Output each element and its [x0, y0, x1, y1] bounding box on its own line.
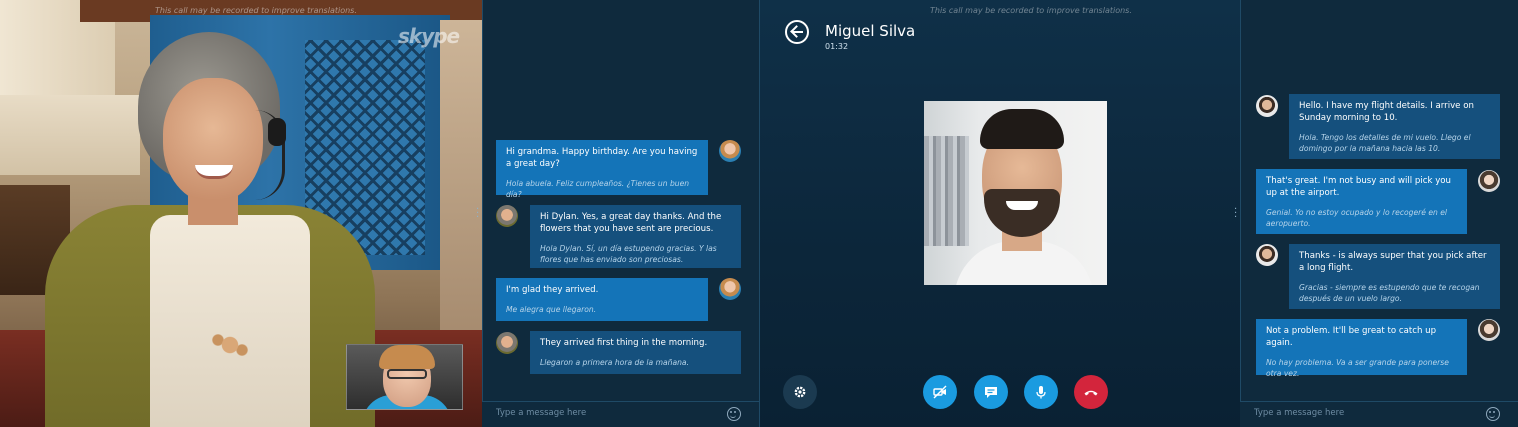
message-translation: Hola. Tengo los detalles de mi vuelo. Ll…: [1299, 133, 1471, 153]
message-composer: [482, 401, 759, 427]
video-off-icon: [933, 385, 947, 399]
panel-divider: [759, 0, 760, 427]
resize-handle-icon[interactable]: · · ·: [1234, 205, 1238, 223]
chat-toggle-button[interactable]: [974, 375, 1008, 409]
smiley-icon[interactable]: [1486, 407, 1500, 421]
message-composer: [1240, 401, 1518, 427]
screenshot-collage: This call may be recorded to improve tra…: [0, 0, 1518, 427]
message-translation: Genial. Yo no estoy ocupado y lo recoger…: [1266, 208, 1448, 228]
avatar: [719, 278, 741, 300]
miguel-hair: [980, 109, 1064, 149]
video-toggle-button[interactable]: [923, 375, 957, 409]
avatar: [1478, 170, 1500, 192]
message-bubble-out: I'm glad they arrived. Me alegra que lle…: [496, 278, 708, 321]
avatar: [1256, 95, 1278, 117]
message-translation: No hay problema. Va a ser grande para po…: [1266, 358, 1449, 378]
remote-video-miguel: [924, 101, 1107, 285]
settings-button[interactable]: [783, 375, 817, 409]
self-glasses: [387, 369, 427, 379]
recording-notice: This call may be recorded to improve tra…: [930, 6, 1132, 15]
message-bubble-in: They arrived first thing in the morning.…: [530, 331, 741, 374]
message-text: I'm glad they arrived.: [506, 285, 599, 295]
message-bubble-in: Thanks - is always super that you pick a…: [1289, 244, 1500, 309]
recording-notice: This call may be recorded to improve tra…: [155, 6, 357, 15]
message-bubble-out: Hi grandma. Happy birthday. Are you havi…: [496, 140, 708, 199]
miguel-beard: [984, 189, 1060, 237]
message-translation: Gracias - siempre es estupendo que te re…: [1299, 283, 1480, 303]
miguel-smile: [1006, 201, 1038, 210]
message-translation: Me alegra que llegaron.: [506, 305, 597, 314]
message-input[interactable]: [496, 408, 706, 418]
avatar: [496, 332, 518, 354]
message-text: Thanks - is always super that you pick a…: [1299, 251, 1487, 273]
smiley-icon[interactable]: [727, 407, 741, 421]
message-text: That's great. I'm not busy and will pick…: [1266, 176, 1451, 198]
call-timer: 01:32: [825, 42, 849, 51]
gear-icon: [794, 386, 806, 398]
message-text: Hi Dylan. Yes, a great day thanks. And t…: [540, 212, 722, 234]
message-bubble-in: Hello. I have my flight details. I arriv…: [1289, 94, 1500, 159]
avatar: [1256, 244, 1278, 266]
end-call-button[interactable]: [1074, 375, 1108, 409]
message-bubble-out: Not a problem. It'll be great to catch u…: [1256, 319, 1467, 378]
arrow-left-icon[interactable]: [785, 20, 809, 44]
message-text: They arrived first thing in the morning.: [540, 338, 708, 348]
skype-watermark: skype: [398, 24, 460, 48]
kitchen-hood-lower: [0, 95, 140, 175]
avatar: [496, 205, 518, 227]
self-hair: [379, 345, 435, 369]
chat-panel-left: · · · Hi grandma. Happy birthday. Are you …: [476, 0, 759, 427]
background-bookshelf: [924, 136, 969, 246]
message-translation: Llegaron a primera hora de la mañana.: [540, 358, 689, 367]
message-text: Hello. I have my flight details. I arriv…: [1299, 101, 1474, 123]
message-bubble-in: Hi Dylan. Yes, a great day thanks. And t…: [530, 205, 741, 268]
avatar: [719, 140, 741, 162]
resize-handle-icon[interactable]: · · ·: [476, 205, 480, 223]
message-translation: Hola Dylan. Sí, un día estupendo gracias…: [540, 244, 717, 264]
caller-name: Miguel Silva: [825, 22, 916, 40]
microphone-icon: [1036, 386, 1046, 399]
panel-divider: [1240, 0, 1241, 427]
self-view-video[interactable]: [346, 344, 463, 410]
grandma-face: [163, 78, 263, 203]
panel-divider: [482, 0, 483, 427]
message-bubble-out: That's great. I'm not busy and will pick…: [1256, 169, 1467, 234]
avatar: [1478, 319, 1500, 341]
video-feed-grandma: This call may be recorded to improve tra…: [0, 0, 482, 427]
chat-bubble-icon: [985, 387, 997, 398]
microphone-button[interactable]: [1024, 375, 1058, 409]
headset-earpad: [268, 118, 286, 146]
apron-embroidery: [200, 320, 260, 370]
phone-hangup-icon: [1084, 390, 1098, 396]
video-call-window: This call may be recorded to improve tra…: [759, 0, 1240, 427]
message-translation: Hola abuela. Feliz cumpleaños. ¿Tienes u…: [506, 179, 690, 199]
message-input[interactable]: [1254, 408, 1464, 418]
message-text: Hi grandma. Happy birthday. Are you havi…: [506, 147, 698, 169]
chat-panel-right: · · · Hello. I have my flight details. I a…: [1234, 0, 1518, 427]
message-text: Not a problem. It'll be great to catch u…: [1266, 326, 1437, 348]
